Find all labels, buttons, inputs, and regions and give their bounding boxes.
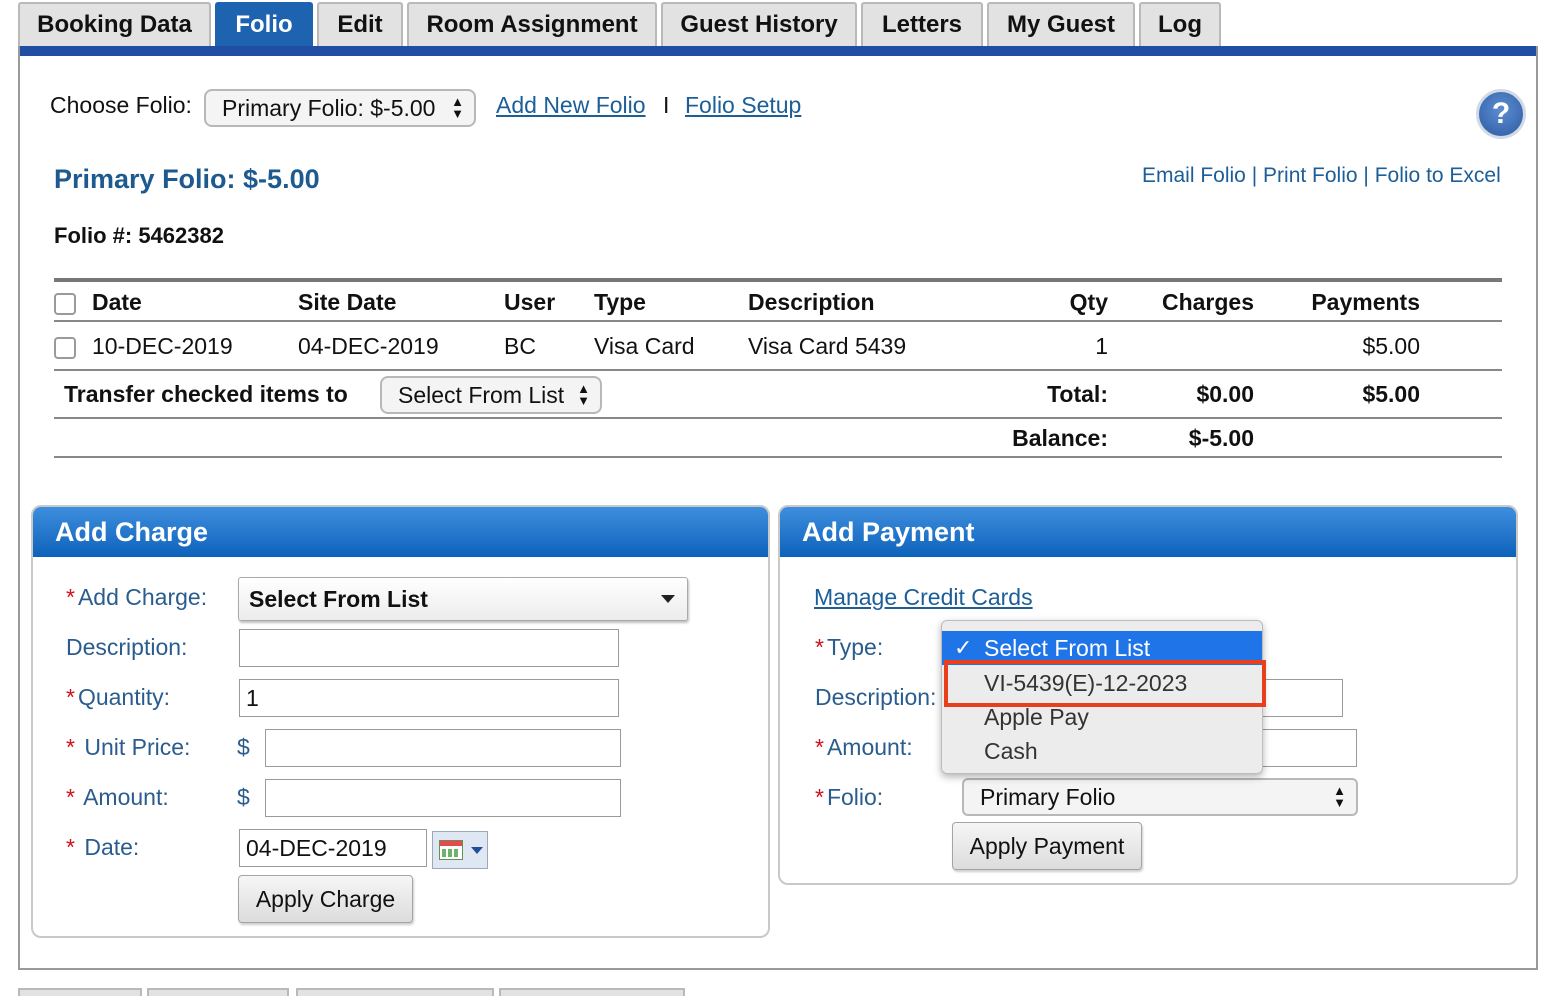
email-folio-link[interactable]: Email Folio [1142,164,1246,187]
select-arrows-icon: ▲ ▼ [451,94,464,121]
balance-label: Balance: [1012,425,1108,451]
payment-folio-select[interactable]: Primary Folio ▲ ▼ [962,778,1358,816]
add-charge-select[interactable]: Select From List [238,577,688,621]
choose-folio-label: Choose Folio: [50,92,192,118]
add-charge-label: * Add Charge: [66,584,208,610]
apply-payment-button[interactable]: Apply Payment [952,822,1142,870]
highlight-box [944,660,1266,707]
header-site-date: Site Date [298,289,397,315]
payment-folio-value: Primary Folio [980,783,1116,810]
select-arrows-icon: ▲ ▼ [1333,783,1346,810]
row-description: Visa Card 5439 [748,333,907,359]
bottom-tab-stub [147,988,289,996]
payment-type-label: * Type: [815,634,884,660]
amount-input[interactable] [265,779,621,817]
tab-folio[interactable]: Folio [215,2,313,46]
header-date: Date [92,289,142,315]
help-icon[interactable]: ? [1476,89,1526,139]
print-folio-link[interactable]: Print Folio [1263,164,1358,187]
bottom-tab-stub [296,988,494,996]
row-qty: 1 [1095,333,1108,359]
transfer-select[interactable]: Select From List ▲ ▼ [380,376,602,414]
quantity-label: * Quantity: [66,684,170,710]
dropdown-option-cash[interactable]: Cash [942,734,1262,768]
amount-label: * Amount: [66,784,169,810]
folio-to-excel-link[interactable]: Folio to Excel [1375,164,1501,187]
header-payments: Payments [1311,289,1420,315]
chevron-down-icon [661,595,675,603]
payment-folio-label: * Folio: [815,784,884,810]
total-rule [54,417,1502,419]
tab-guest-history[interactable]: Guest History [661,2,857,46]
choose-folio-select[interactable]: Primary Folio: $-5.00 ▲ ▼ [204,89,476,127]
currency-symbol: $ [237,784,250,810]
bottom-tab-stub [499,988,685,996]
select-all-checkbox[interactable] [54,293,76,315]
manage-credit-cards-link[interactable]: Manage Credit Cards [814,584,1033,611]
currency-symbol: $ [237,734,250,760]
header-qty: Qty [1069,289,1108,315]
tab-log[interactable]: Log [1139,2,1221,46]
total-charges: $0.00 [1196,381,1254,407]
row-type: Visa Card [594,333,695,359]
header-charges: Charges [1161,289,1254,315]
add-charge-select-value: Select From List [249,585,428,612]
payment-description-label: Description: [815,684,937,710]
balance-value: $-5.00 [1188,425,1254,451]
header-rule [54,320,1502,322]
tab-letters[interactable]: Letters [861,2,983,46]
select-arrows-icon: ▲ ▼ [577,381,590,408]
add-payment-header: Add Payment [780,507,1516,557]
add-charge-panel: Add Charge [31,505,770,938]
unit-price-label: * Unit Price: [66,734,191,760]
link-separator: I [663,92,670,118]
bottom-tab-stub [18,988,142,996]
add-new-folio-link[interactable]: Add New Folio [496,92,646,119]
transfer-label: Transfer checked items to [64,381,348,407]
quantity-input[interactable]: 1 [239,679,619,717]
row-site-date: 04-DEC-2019 [298,333,439,359]
header-user: User [504,289,556,315]
date-input[interactable]: 04-DEC-2019 [239,829,427,867]
header-description: Description [748,289,875,315]
transfer-select-value: Select From List [398,381,565,408]
payment-amount-input[interactable] [1252,729,1357,767]
balance-rule [54,456,1502,458]
tab-my-guest[interactable]: My Guest [987,2,1135,46]
folio-setup-link[interactable]: Folio Setup [685,92,801,119]
tab-edit[interactable]: Edit [317,2,403,46]
charge-description-input[interactable] [239,629,619,667]
row-user: BC [504,333,536,359]
action-separator: | [1363,164,1369,187]
row-payments: $5.00 [1362,333,1420,359]
calendar-icon[interactable] [432,831,488,869]
choose-folio-value: Primary Folio: $-5.00 [222,94,436,121]
chevron-down-icon [471,846,483,854]
tab-room-assignment[interactable]: Room Assignment [407,2,657,46]
row-date: 10-DEC-2019 [92,333,233,359]
checkmark-icon: ✓ [954,635,973,660]
action-separator: | [1251,164,1258,187]
total-payments: $5.00 [1362,381,1420,407]
unit-price-input[interactable] [265,729,621,767]
add-charge-header: Add Charge [33,507,768,557]
folio-actions: Email Folio | Print Folio | Folio to Exc… [1142,164,1501,188]
total-label: Total: [1047,381,1108,407]
payment-amount-label: * Amount: [815,734,913,760]
date-label: * Date: [66,834,140,860]
row-rule [54,369,1502,371]
apply-charge-button[interactable]: Apply Charge [238,875,413,923]
charge-description-label: Description: [66,634,188,660]
row-checkbox[interactable] [54,337,76,359]
header-type: Type [594,289,646,315]
tab-booking-data[interactable]: Booking Data [18,2,211,46]
folio-title: Primary Folio: $-5.00 [54,164,320,194]
table-top-rule [54,278,1502,282]
folio-number: Folio #: 5462382 [54,223,224,248]
